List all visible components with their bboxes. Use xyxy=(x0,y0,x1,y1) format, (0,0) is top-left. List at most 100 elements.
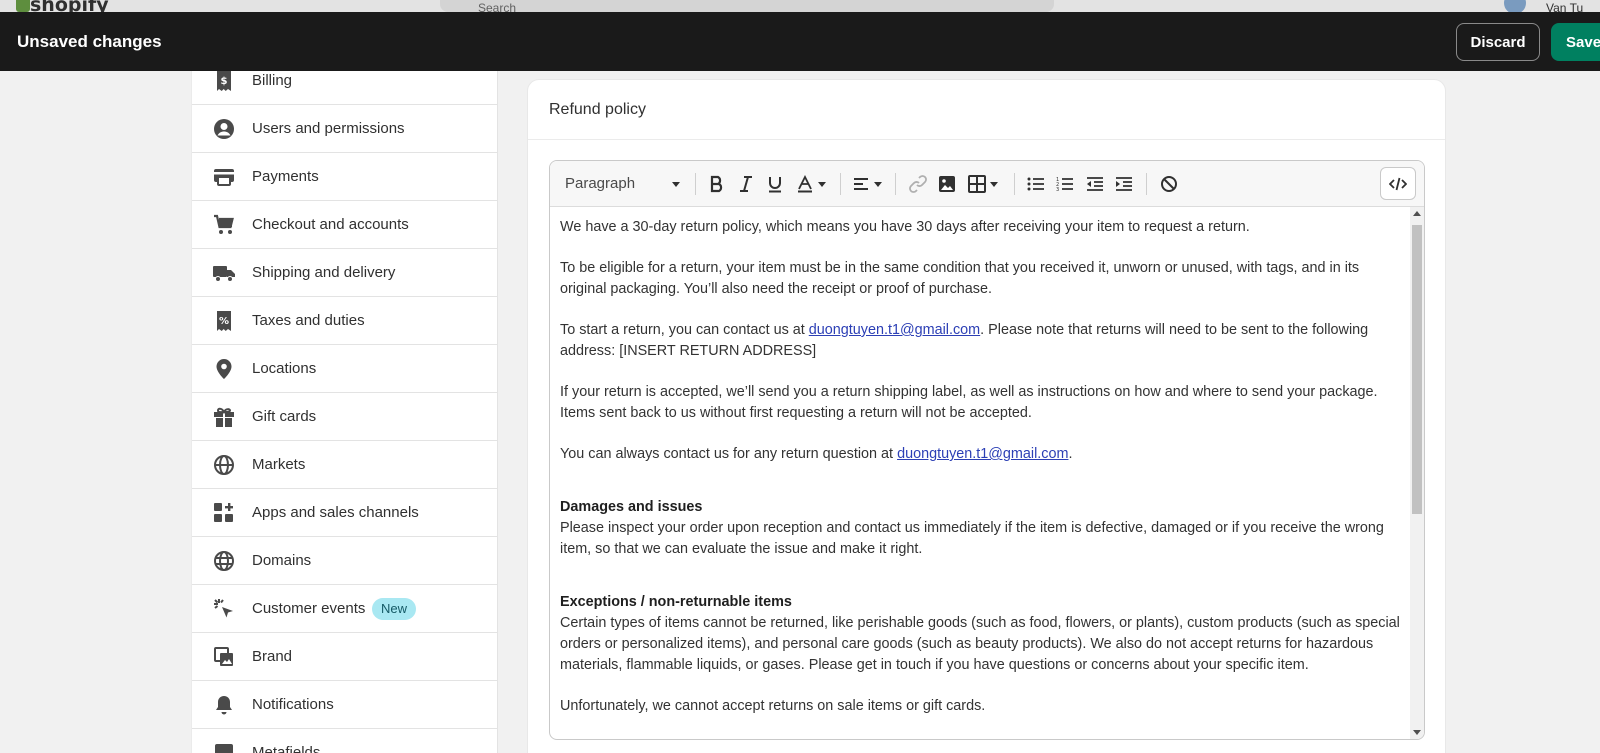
underline-icon xyxy=(769,177,781,193)
indent-button[interactable] xyxy=(1112,172,1136,196)
nav-item-users[interactable]: Users and permissions xyxy=(192,105,497,153)
nav-item-domains[interactable]: Domains xyxy=(192,537,497,585)
italic-button[interactable] xyxy=(734,172,758,196)
table-button[interactable] xyxy=(964,172,1002,196)
search-bar[interactable] xyxy=(440,0,1054,12)
numbered-list-icon: 123 xyxy=(1056,177,1073,192)
nav-label: Markets xyxy=(252,456,306,473)
scroll-down-arrow-icon[interactable] xyxy=(1413,730,1421,735)
code-icon xyxy=(1389,177,1407,190)
bullet-list-button[interactable] xyxy=(1024,172,1048,196)
nav-label: Apps and sales channels xyxy=(252,504,419,521)
align-button[interactable] xyxy=(848,172,886,196)
apps-icon xyxy=(212,501,236,525)
nav-item-notifications[interactable]: Notifications xyxy=(192,681,497,729)
nav-item-shipping[interactable]: Shipping and delivery xyxy=(192,249,497,297)
editor-scrollbar[interactable] xyxy=(1410,207,1424,739)
nav-label: Locations xyxy=(252,360,317,377)
link-icon xyxy=(909,175,927,193)
underline-button[interactable] xyxy=(763,172,787,196)
credit-card-icon xyxy=(212,165,236,189)
email-link[interactable]: duongtuyen.t1@gmail.com xyxy=(897,446,1068,462)
text-color-icon xyxy=(798,175,812,193)
nav-item-locations[interactable]: Locations xyxy=(192,345,497,393)
discard-button[interactable]: Discard xyxy=(1456,23,1540,61)
nav-label: Taxes and duties xyxy=(252,312,365,329)
nav-item-markets[interactable]: Markets xyxy=(192,441,497,489)
link-button[interactable] xyxy=(906,172,930,196)
show-html-button[interactable] xyxy=(1380,167,1416,200)
nav-label: Domains xyxy=(252,552,312,569)
policy-paragraph: Unfortunately, we cannot accept returns … xyxy=(560,698,986,714)
bold-icon xyxy=(710,175,723,193)
nav-item-billing[interactable]: $ Billing xyxy=(192,71,497,105)
nav-label: Checkout and accounts xyxy=(252,216,409,233)
toolbar-divider xyxy=(840,173,841,195)
nav-label: Metafields xyxy=(252,744,321,753)
nav-item-taxes[interactable]: % Taxes and duties xyxy=(192,297,497,345)
svg-text:3: 3 xyxy=(1056,187,1059,192)
nav-item-checkout[interactable]: Checkout and accounts xyxy=(192,201,497,249)
toolbar-divider xyxy=(1146,173,1147,195)
bell-icon xyxy=(212,693,236,717)
svg-text:$: $ xyxy=(221,76,228,87)
nav-item-payments[interactable]: Payments xyxy=(192,153,497,201)
editor-content[interactable]: We have a 30-day return policy, which me… xyxy=(550,207,1410,739)
location-pin-icon xyxy=(212,357,236,381)
scroll-up-arrow-icon[interactable] xyxy=(1413,211,1421,216)
policy-paragraph: We have a 30-day return policy, which me… xyxy=(560,219,1250,235)
nav-label: Billing xyxy=(252,72,293,89)
shopify-logo-icon xyxy=(16,0,30,12)
nav-label: Gift cards xyxy=(252,408,317,425)
email-link[interactable]: duongtuyen.t1@gmail.com xyxy=(809,322,980,338)
world-icon xyxy=(212,549,236,573)
nav-item-gift-cards[interactable]: Gift cards xyxy=(192,393,497,441)
format-select-label: Paragraph xyxy=(565,175,636,192)
nav-item-customer-events[interactable]: Customer events New xyxy=(192,585,497,633)
new-badge: New xyxy=(372,597,417,620)
section-heading: Exceptions / non-returnable items xyxy=(560,594,792,610)
chevron-down-icon xyxy=(672,182,680,187)
nav-item-brand[interactable]: Brand xyxy=(192,633,497,681)
save-button[interactable]: Save xyxy=(1551,23,1600,61)
tax-receipt-icon: % xyxy=(212,309,236,333)
align-left-icon xyxy=(853,178,868,190)
truck-icon xyxy=(212,261,236,285)
policy-paragraph: Certain types of items cannot be returne… xyxy=(560,615,1400,673)
rich-text-editor[interactable]: Paragraph 1 2 3 We have a 30-day return … xyxy=(549,160,1425,740)
policy-paragraph: You can always contact us for any return… xyxy=(560,446,1073,462)
clear-formatting-button[interactable] xyxy=(1157,172,1181,196)
image-icon xyxy=(212,645,236,669)
chevron-down-icon xyxy=(990,181,998,187)
unsaved-changes-bar: Unsaved changes Discard Save xyxy=(0,12,1600,71)
nav-label: Users and permissions xyxy=(252,120,405,137)
refund-policy-card: Refund policy Paragraph 1 2 3 We have a … xyxy=(527,79,1446,753)
numbered-list-button[interactable]: 123 xyxy=(1053,172,1077,196)
nav-label: Payments xyxy=(252,168,319,185)
policy-paragraph: To start a return, you can contact us at… xyxy=(560,322,1369,359)
clear-formatting-icon xyxy=(1161,176,1177,192)
nav-item-metafields[interactable]: Metafields xyxy=(192,729,497,753)
image-button[interactable] xyxy=(935,172,959,196)
toolbar-divider xyxy=(1014,173,1015,195)
section-heading: Damages and issues xyxy=(560,499,703,515)
chevron-down-icon xyxy=(818,181,826,187)
insert-image-icon xyxy=(939,176,955,192)
nav-label: Shipping and delivery xyxy=(252,264,396,281)
settings-nav: $ Billing Users and permissions Payments… xyxy=(191,71,498,753)
text-color-button[interactable] xyxy=(792,172,830,196)
cursor-click-icon xyxy=(212,597,236,621)
outdent-button[interactable] xyxy=(1083,172,1107,196)
receipt-icon: $ xyxy=(212,71,236,93)
nav-label: Customer events xyxy=(252,600,366,617)
bold-button[interactable] xyxy=(705,172,729,196)
svg-text:%: % xyxy=(219,316,229,327)
format-select[interactable]: Paragraph xyxy=(558,172,684,196)
toolbar-divider xyxy=(895,173,896,195)
nav-item-apps[interactable]: Apps and sales channels xyxy=(192,489,497,537)
scrollbar-thumb[interactable] xyxy=(1412,225,1422,514)
metafields-icon xyxy=(212,741,236,753)
nav-label: Notifications xyxy=(252,696,334,713)
italic-icon xyxy=(740,176,752,192)
policy-paragraph: If your return is accepted, we’ll send y… xyxy=(560,384,1378,421)
